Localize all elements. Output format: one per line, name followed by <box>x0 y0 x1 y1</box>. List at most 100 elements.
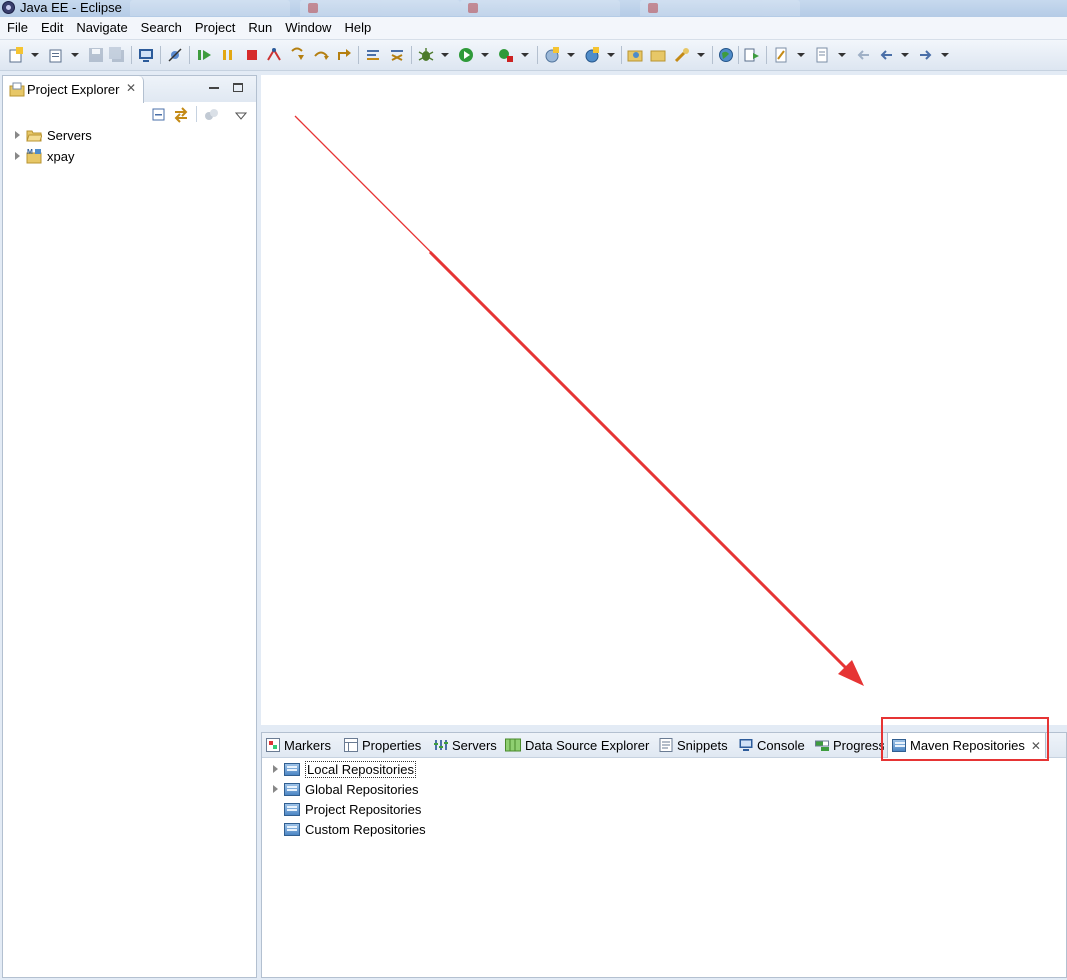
menu-search[interactable]: Search <box>134 17 188 39</box>
tree-item-custom-repositories[interactable]: Custom Repositories <box>273 819 426 839</box>
background-window-tab <box>640 0 800 16</box>
repository-icon <box>284 822 300 836</box>
tab-markers[interactable]: Markers <box>266 733 331 757</box>
skip-breakpoints-icon[interactable] <box>167 47 183 63</box>
tab-data-source-explorer[interactable]: Data Source Explorer <box>505 733 649 757</box>
disconnect-icon[interactable] <box>266 47 282 63</box>
tree-item-label: Global Repositories <box>305 781 419 797</box>
step-return-icon[interactable] <box>336 47 352 63</box>
close-icon[interactable]: ✕ <box>1031 739 1041 753</box>
tree-item-local-repositories[interactable]: Local Repositories <box>273 759 416 779</box>
markers-icon <box>266 738 280 752</box>
view-menu-icon[interactable] <box>234 109 248 124</box>
server-dropdown-icon[interactable] <box>567 53 575 57</box>
new-dropdown-icon[interactable] <box>31 53 39 57</box>
expand-icon[interactable] <box>273 765 278 773</box>
forward-dropdown-icon[interactable] <box>941 53 949 57</box>
search-icon[interactable] <box>674 47 690 63</box>
tree-item-servers[interactable]: Servers <box>15 125 92 145</box>
snippets-icon <box>659 738 673 752</box>
console-icon <box>739 738 753 752</box>
debug-dropdown-icon[interactable] <box>441 53 449 57</box>
folder-icon <box>26 128 42 142</box>
back-icon[interactable] <box>878 47 894 63</box>
menu-project[interactable]: Project <box>188 17 241 39</box>
expand-icon[interactable] <box>15 152 20 160</box>
link-with-editor-icon[interactable] <box>172 106 190 127</box>
menu-window[interactable]: Window <box>278 17 337 39</box>
tree-item-label: Servers <box>47 127 92 143</box>
last-edit-icon[interactable] <box>814 47 830 63</box>
open-task-icon[interactable] <box>650 47 666 63</box>
menu-help[interactable]: Help <box>337 17 377 39</box>
filter-icon[interactable] <box>203 107 219 126</box>
servers-icon <box>434 738 448 752</box>
new-wizard-icon[interactable] <box>48 47 64 63</box>
tab-project-explorer[interactable]: Project Explorer ✕ <box>3 76 144 103</box>
svg-text:M: M <box>27 149 33 156</box>
collapse-all-icon[interactable] <box>151 107 167 126</box>
run-dropdown-icon[interactable] <box>481 53 489 57</box>
close-icon[interactable]: ✕ <box>126 81 136 95</box>
menu-edit[interactable]: Edit <box>34 17 69 39</box>
expand-icon[interactable] <box>15 131 20 139</box>
step-into-icon[interactable] <box>289 47 305 63</box>
globe-icon[interactable] <box>718 47 734 63</box>
tree-item-label: Project Repositories <box>305 801 422 817</box>
forward-icon[interactable] <box>918 47 934 63</box>
run-icon[interactable] <box>458 47 474 63</box>
open-console-icon[interactable] <box>138 47 154 63</box>
tab-snippets[interactable]: Snippets <box>659 733 728 757</box>
menu-run[interactable]: Run <box>241 17 278 39</box>
back-dropdown-icon[interactable] <box>901 53 909 57</box>
save-icon[interactable] <box>88 47 104 63</box>
annotation-dropdown-icon[interactable] <box>797 53 805 57</box>
maximize-icon[interactable] <box>233 83 243 92</box>
resume-icon[interactable] <box>196 47 212 63</box>
class-dropdown-icon[interactable] <box>607 53 615 57</box>
tree-item-project-repositories[interactable]: Project Repositories <box>273 799 421 819</box>
use-step-filters-icon[interactable] <box>365 47 381 63</box>
debug-icon[interactable] <box>418 47 434 63</box>
tab-servers[interactable]: Servers <box>434 733 497 757</box>
save-all-icon[interactable] <box>109 47 125 63</box>
next-annotation-icon[interactable] <box>744 47 760 63</box>
search-dropdown-icon[interactable] <box>697 53 705 57</box>
menu-navigate[interactable]: Navigate <box>69 17 133 39</box>
minimize-icon[interactable] <box>209 87 219 89</box>
tab-console[interactable]: Console <box>739 733 805 757</box>
run-external-tool-icon[interactable] <box>498 47 514 63</box>
repository-icon <box>284 762 300 776</box>
last-edit-dropdown-icon[interactable] <box>838 53 846 57</box>
step-over-icon[interactable] <box>313 47 329 63</box>
terminate-icon[interactable] <box>244 47 260 63</box>
tree-item-global-repositories[interactable]: Global Repositories <box>273 779 418 799</box>
eclipse-logo-icon <box>2 1 15 14</box>
maven-project-icon: M <box>26 148 42 164</box>
open-type-icon[interactable] <box>627 47 643 63</box>
new-icon[interactable] <box>8 47 24 63</box>
tree-item-xpay[interactable]: M xpay <box>15 146 74 166</box>
background-window-tab <box>300 0 460 16</box>
back-disabled-icon[interactable] <box>855 47 871 63</box>
repository-icon <box>284 802 300 816</box>
background-window-tab <box>130 0 290 16</box>
tree-item-label: Local Repositories <box>305 760 416 778</box>
suspend-icon[interactable] <box>220 47 236 63</box>
data-source-icon <box>505 738 521 752</box>
properties-icon <box>344 738 358 752</box>
new-wizard-dropdown-icon[interactable] <box>71 53 79 57</box>
tree-item-label: Custom Repositories <box>305 821 426 837</box>
new-class-icon[interactable] <box>584 47 600 63</box>
external-tool-dropdown-icon[interactable] <box>521 53 529 57</box>
menu-file[interactable]: File <box>0 17 34 39</box>
prev-annotation-icon[interactable] <box>773 47 789 63</box>
drop-to-frame-icon[interactable] <box>389 47 405 63</box>
maven-repo-icon <box>892 739 906 753</box>
tab-progress[interactable]: Progress <box>815 733 884 757</box>
bottom-panel: Markers Properties Servers Data Source E… <box>261 732 1067 978</box>
tab-properties[interactable]: Properties <box>344 733 421 757</box>
expand-icon[interactable] <box>273 785 278 793</box>
tab-maven-repositories[interactable]: Maven Repositories ✕ <box>887 733 1046 758</box>
new-server-icon[interactable] <box>544 47 560 63</box>
